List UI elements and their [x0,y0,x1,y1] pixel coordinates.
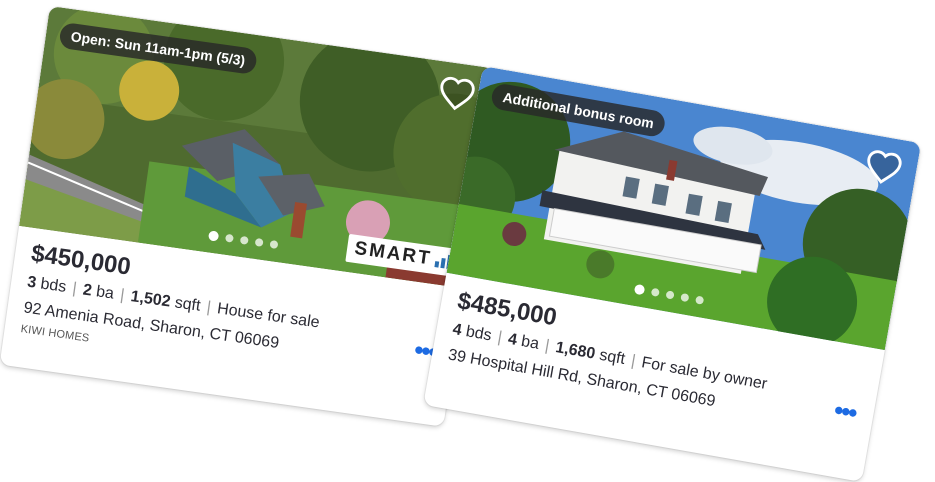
carousel-dot[interactable] [269,239,279,250]
favorite-heart-icon[interactable] [862,146,906,188]
carousel-dot[interactable] [254,237,264,247]
beds-count: 3 [26,273,38,292]
carousel-dot[interactable] [694,295,704,305]
listing-card-1[interactable]: Open: Sun 11am-1pm (5/3) SMART $450,000 … [0,6,494,427]
carousel-dot[interactable] [239,235,249,245]
baths-unit: ba [519,332,541,353]
carousel-dot[interactable] [679,292,689,303]
carousel-dot[interactable] [650,287,660,297]
carousel-dot[interactable] [224,233,234,243]
baths-unit: ba [95,283,116,303]
favorite-heart-icon[interactable] [435,73,478,114]
baths-count: 4 [506,330,519,349]
sqft-value: 1,502 [129,288,172,311]
sqft-unit: sqft [173,294,202,315]
sqft-unit: sqft [597,346,627,368]
beds-count: 4 [451,320,464,340]
carousel-dot[interactable] [207,230,220,242]
carousel-dot[interactable] [633,283,645,296]
beds-unit: bds [464,323,493,345]
more-options-button[interactable]: ••• [832,394,858,427]
carousel-dot[interactable] [664,290,675,300]
sqft-value: 1,680 [554,339,597,363]
listing-card-2[interactable]: Additional bonus room $485,000 4 bds | 4… [423,66,922,482]
baths-count: 2 [81,281,94,300]
beds-unit: bds [39,275,68,296]
